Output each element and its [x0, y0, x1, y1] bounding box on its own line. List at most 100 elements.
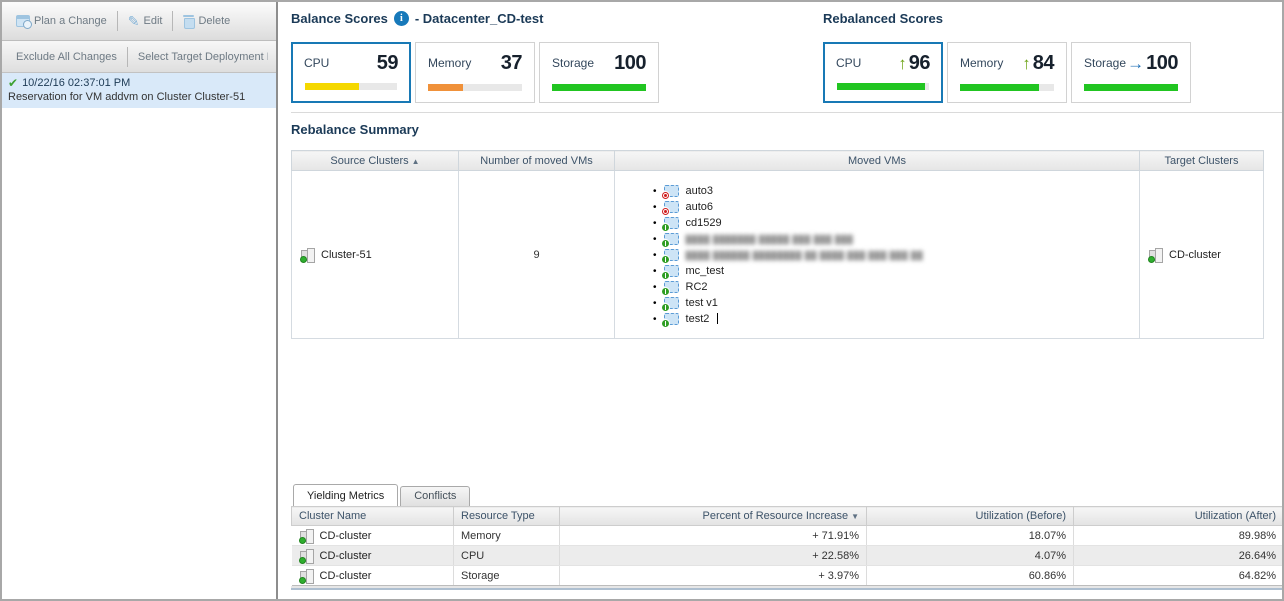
- rebalance-summary-title: Rebalance Summary: [291, 122, 1282, 137]
- rebalanced-storage-bar: [1084, 84, 1178, 91]
- edit-button[interactable]: ✎ Edit: [122, 10, 169, 32]
- rebalanced-cpu-value: 96: [909, 53, 930, 73]
- rebalanced-scores-label: Rebalanced Scores: [823, 11, 943, 26]
- vm-icon: [664, 249, 679, 261]
- metrics-utilization-before: 60.86%: [867, 566, 1074, 586]
- moved-vm-item[interactable]: • ████ ██████ ████████ ██ ████ ███ ███ █…: [653, 247, 1131, 263]
- target-cluster-name: CD-cluster: [1169, 249, 1221, 261]
- metrics-utilization-before: 18.07%: [867, 526, 1074, 546]
- toolbar-separator: [172, 11, 173, 31]
- bottom-edge: [291, 586, 1282, 590]
- trend-up-icon: [898, 55, 907, 72]
- col-cluster-name[interactable]: Cluster Name: [292, 507, 454, 526]
- moved-vm-item[interactable]: • test2: [653, 311, 1131, 327]
- col-percent-increase[interactable]: Percent of Resource Increase▼: [560, 507, 867, 526]
- reservation-list-item[interactable]: ✔ 10/22/16 02:37:01 PM Reservation for V…: [2, 73, 276, 108]
- vm-power-badge: [661, 287, 670, 296]
- col-utilization-after[interactable]: Utilization (After): [1074, 507, 1283, 526]
- vm-name-redacted: ████ ███████ █████ ███ ███ ███: [686, 235, 854, 244]
- info-icon[interactable]: i: [394, 11, 409, 26]
- col-utilization-before[interactable]: Utilization (Before): [867, 507, 1074, 526]
- balance-scores-label: Balance Scores: [291, 11, 388, 26]
- vm-icon: [664, 201, 679, 213]
- balance-cpu-value: 59: [377, 53, 398, 73]
- vm-name: auto6: [686, 201, 714, 213]
- vm-power-badge: [661, 255, 670, 264]
- text-cursor: [716, 313, 718, 325]
- summary-data-row[interactable]: Cluster-51 9 • auto3 •: [292, 171, 1264, 339]
- rebalance-summary-table: Source Clusters▲ Number of moved VMs Mov…: [291, 150, 1264, 339]
- toolbar-separator: [127, 47, 128, 67]
- balance-cards: CPU 59 Memory 37 Stora: [291, 42, 823, 103]
- moved-vm-item[interactable]: • test v1: [653, 295, 1131, 311]
- balance-cpu-label: CPU: [304, 56, 329, 70]
- trend-up-icon: [1022, 55, 1031, 72]
- source-clusters-label: Source Clusters: [330, 155, 408, 167]
- vm-name: cd1529: [686, 217, 722, 229]
- metrics-resource-type: CPU: [454, 546, 560, 566]
- yielding-metrics-table: Cluster Name Resource Type Percent of Re…: [291, 506, 1282, 586]
- col-source-clusters[interactable]: Source Clusters▲: [292, 151, 459, 171]
- rebalanced-scores-section: Rebalanced Scores CPU 96: [823, 11, 1191, 103]
- metrics-resource-type: Storage: [454, 566, 560, 586]
- metrics-cluster-name: CD-cluster: [320, 530, 372, 542]
- vm-power-badge: [661, 239, 670, 248]
- rebalanced-storage-card[interactable]: Storage 100: [1071, 42, 1191, 103]
- plan-a-change-button[interactable]: Plan a Change: [10, 11, 113, 31]
- rebalanced-memory-value: 84: [1033, 53, 1054, 73]
- col-resource-type[interactable]: Resource Type: [454, 507, 560, 526]
- metrics-row[interactable]: CD-cluster CPU + 22.58% 4.07% 26.64%: [292, 546, 1283, 566]
- calendar-icon: [16, 15, 30, 27]
- col-moved-vms[interactable]: Moved VMs: [615, 151, 1140, 171]
- col-number-moved-vms[interactable]: Number of moved VMs: [459, 151, 615, 171]
- datacenter-name: - Datacenter_CD-test: [415, 11, 544, 26]
- tab-yielding-metrics[interactable]: Yielding Metrics: [293, 484, 398, 506]
- moved-vm-item[interactable]: • RC2: [653, 279, 1131, 295]
- vm-icon: [664, 217, 679, 229]
- metrics-utilization-after: 26.64%: [1074, 546, 1283, 566]
- moved-vm-item[interactable]: • cd1529: [653, 215, 1131, 231]
- balance-storage-card[interactable]: Storage 100: [539, 42, 659, 103]
- tab-conflicts[interactable]: Conflicts: [400, 486, 470, 506]
- moved-vm-item[interactable]: • auto6: [653, 199, 1131, 215]
- target-cluster-cell[interactable]: CD-cluster: [1148, 247, 1255, 262]
- balance-memory-card[interactable]: Memory 37: [415, 42, 535, 103]
- col-target-clusters[interactable]: Target Clusters: [1140, 151, 1264, 171]
- balance-cpu-card[interactable]: CPU 59: [291, 42, 411, 103]
- rebalanced-cards: CPU 96 Memory: [823, 42, 1191, 103]
- vm-name: test2: [686, 313, 710, 325]
- metrics-utilization-after: 64.82%: [1074, 566, 1283, 586]
- moved-vm-item[interactable]: • auto3: [653, 183, 1131, 199]
- metrics-percent-increase: + 71.91%: [560, 526, 867, 546]
- moved-vm-item[interactable]: • ████ ███████ █████ ███ ███ ███: [653, 231, 1131, 247]
- source-cluster-cell[interactable]: Cluster-51: [300, 247, 450, 262]
- check-icon: ✔: [8, 77, 18, 89]
- summary-header-row: Source Clusters▲ Number of moved VMs Mov…: [292, 151, 1264, 171]
- metrics-percent-increase: + 3.97%: [560, 566, 867, 586]
- vm-power-badge: [661, 303, 670, 312]
- metrics-row[interactable]: CD-cluster Storage + 3.97% 60.86% 64.82%: [292, 566, 1283, 586]
- select-target-deployment-button[interactable]: Select Target Deployment Da: [132, 47, 268, 67]
- rebalanced-cpu-card[interactable]: CPU 96: [823, 42, 943, 103]
- delete-button[interactable]: Delete: [177, 11, 236, 32]
- reservation-timestamp: 10/22/16 02:37:01 PM: [22, 77, 130, 89]
- cluster-icon: [300, 247, 315, 262]
- vm-name-redacted: ████ ██████ ████████ ██ ████ ███ ███ ███…: [686, 251, 924, 260]
- trash-icon: [183, 15, 194, 28]
- pencil-icon: ✎: [128, 14, 140, 28]
- vm-name: test v1: [686, 297, 718, 309]
- moved-vm-count: 9: [459, 171, 615, 339]
- plan-a-change-label: Plan a Change: [34, 15, 107, 27]
- vm-power-badge: [661, 191, 670, 200]
- cluster-icon: [299, 548, 314, 563]
- exclude-all-changes-button[interactable]: Exclude All Changes: [10, 47, 123, 67]
- moved-vm-item[interactable]: • mc_test: [653, 263, 1131, 279]
- balance-storage-value: 100: [614, 53, 646, 73]
- metrics-row[interactable]: CD-cluster Memory + 71.91% 18.07% 89.98%: [292, 526, 1283, 546]
- vm-name: RC2: [686, 281, 708, 293]
- vm-icon: [664, 297, 679, 309]
- vm-name: auto3: [686, 185, 714, 197]
- balance-memory-label: Memory: [428, 56, 471, 70]
- balance-scores-section: Balance Scores i - Datacenter_CD-test CP…: [291, 11, 823, 103]
- rebalanced-memory-card[interactable]: Memory 84: [947, 42, 1067, 103]
